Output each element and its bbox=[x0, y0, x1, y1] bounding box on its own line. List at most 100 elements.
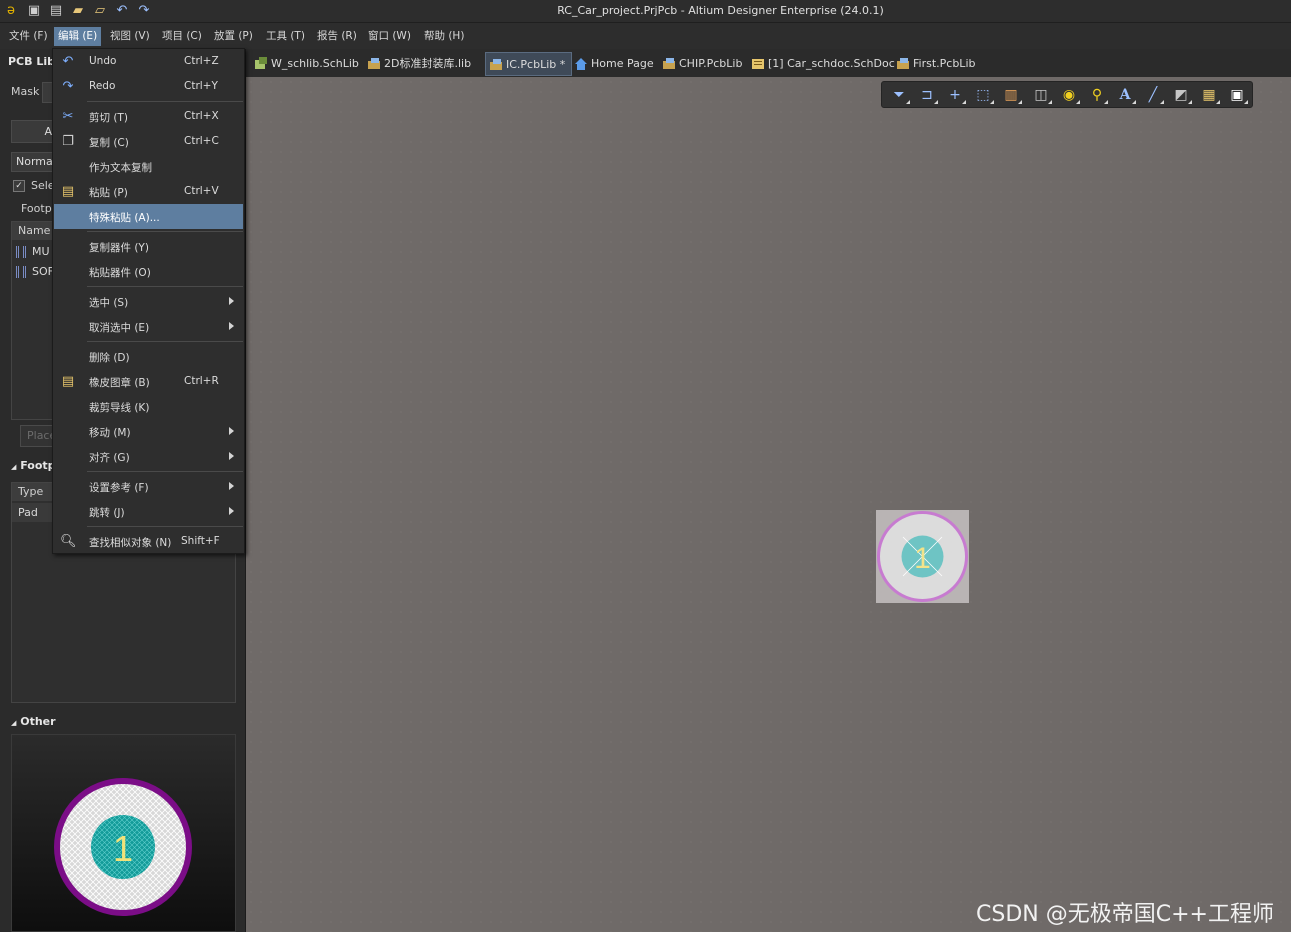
home-icon bbox=[575, 58, 587, 70]
schdoc-icon bbox=[752, 59, 764, 69]
watermark: CSDN @无极帝国C++工程师 bbox=[976, 902, 1274, 927]
menu-separator bbox=[87, 286, 243, 287]
menu-separator bbox=[87, 231, 243, 232]
filter-icon[interactable]: ⏷ bbox=[888, 85, 910, 105]
schlib-icon bbox=[255, 57, 267, 69]
component-icon[interactable]: ◫ bbox=[1030, 85, 1052, 105]
menu-item-redo[interactable]: ↷ Redo Ctrl+Y bbox=[54, 74, 243, 99]
menu-project[interactable]: 项目 (C) bbox=[158, 27, 206, 46]
submenu-arrow-icon bbox=[229, 482, 234, 490]
place-button[interactable]: Place bbox=[20, 425, 56, 447]
menu-item-delete[interactable]: 删除 (D) bbox=[54, 344, 243, 369]
menu-place[interactable]: 放置 (P) bbox=[210, 27, 257, 46]
footprints-tab[interactable]: Footp bbox=[21, 202, 52, 215]
menu-tools[interactable]: 工具 (T) bbox=[262, 27, 309, 46]
menu-separator bbox=[87, 101, 243, 102]
footprint-primitives-section[interactable]: ◢ Footp bbox=[11, 459, 56, 472]
submenu-arrow-icon bbox=[229, 297, 234, 305]
title-bar: ə ▣ ▤ ▰ ▱ ↶ ↷ RC_Car_project.PrjPcb - Al… bbox=[0, 0, 1291, 23]
menu-separator bbox=[87, 471, 243, 472]
crosshair-icon[interactable]: + bbox=[944, 85, 966, 105]
submenu-arrow-icon bbox=[229, 322, 234, 330]
tab-ic-pcblib[interactable]: IC.PcbLib * bbox=[485, 52, 573, 76]
pcblib-icon bbox=[368, 58, 380, 69]
menu-item-deselect[interactable]: 取消选中 (E) bbox=[54, 314, 243, 339]
line-icon[interactable]: ╱ bbox=[1142, 85, 1164, 105]
submenu-arrow-icon bbox=[229, 507, 234, 515]
tab-2d-lib[interactable]: 2D标准封装库.lib bbox=[364, 52, 477, 76]
pcblib-icon bbox=[663, 58, 675, 69]
menu-item-paste-component[interactable]: 粘贴器件 (O) bbox=[54, 259, 243, 284]
tab-w-schlib[interactable]: W_schlib.SchLib bbox=[251, 52, 365, 76]
menu-item-select[interactable]: 选中 (S) bbox=[54, 289, 243, 314]
preview-pad: 1 bbox=[54, 778, 192, 916]
region-icon[interactable]: ▦ bbox=[1198, 85, 1220, 105]
find-similar-icon: 🔍︎ bbox=[60, 534, 77, 549]
mode-select[interactable]: Norma bbox=[11, 152, 56, 172]
menu-item-move[interactable]: 移动 (M) bbox=[54, 419, 243, 444]
apply-button[interactable]: A bbox=[11, 120, 56, 143]
undo-icon: ↶ bbox=[62, 54, 74, 69]
footprint-icon bbox=[16, 266, 26, 278]
pad-number: 1 bbox=[914, 542, 931, 575]
menu-file[interactable]: 文件 (F) bbox=[5, 27, 52, 46]
pad-graphic: 1 bbox=[877, 511, 968, 602]
menu-window[interactable]: 窗口 (W) bbox=[364, 27, 415, 46]
menu-item-find-similar[interactable]: 🔍︎ 查找相似对象 (N) Shift+F bbox=[54, 529, 243, 554]
text-icon[interactable]: A bbox=[1114, 85, 1136, 105]
pad-icon[interactable]: ◉ bbox=[1058, 85, 1080, 105]
mask-label: Mask bbox=[11, 85, 40, 98]
cut-icon: ✂ bbox=[62, 109, 74, 124]
menu-item-paste-special[interactable]: 特殊粘贴 (A)... bbox=[54, 204, 243, 229]
copy-icon: ❐ bbox=[62, 134, 74, 149]
submenu-arrow-icon bbox=[229, 452, 234, 460]
menu-item-paste[interactable]: ▤ 粘贴 (P) Ctrl+V bbox=[54, 179, 243, 204]
preview-pad-number: 1 bbox=[113, 828, 133, 869]
pcb-canvas[interactable] bbox=[246, 77, 1291, 932]
document-tabs: W_schlib.SchLib 2D标准封装库.lib IC.PcbLib * … bbox=[246, 49, 1291, 77]
tab-home-page[interactable]: Home Page bbox=[571, 52, 660, 76]
tab-chip-pcblib[interactable]: CHIP.PcbLib bbox=[659, 52, 748, 76]
menu-item-copy-as-text[interactable]: 作为文本复制 bbox=[54, 154, 243, 179]
paste-icon: ▤ bbox=[61, 184, 75, 199]
window-title: RC_Car_project.PrjPcb - Altium Designer … bbox=[557, 4, 884, 17]
menu-separator bbox=[87, 341, 243, 342]
menu-item-slice-tracks[interactable]: 裁剪导线 (K) bbox=[54, 394, 243, 419]
dimension-icon[interactable]: ◩ bbox=[1170, 85, 1192, 105]
pcblib-icon bbox=[897, 58, 909, 69]
submenu-arrow-icon bbox=[229, 427, 234, 435]
tab-first-pcblib[interactable]: First.PcbLib bbox=[893, 52, 981, 76]
footprint-icon bbox=[16, 246, 26, 258]
route-icon[interactable]: ⊐ bbox=[916, 85, 938, 105]
menu-edit[interactable]: 编辑 (E) bbox=[54, 27, 102, 46]
active-bar-toolbar: ⏷ ⊐ + ⬚ ▥ ◫ ◉ ⚲ A ╱ ◩ ▦ ▣ bbox=[881, 81, 1253, 108]
list-item[interactable]: SOF bbox=[12, 262, 54, 281]
edit-menu-dropdown: ↶ Undo Ctrl+Z ↷ Redo Ctrl+Y ✂ 剪切 (T) Ctr… bbox=[52, 48, 245, 554]
view-icon[interactable]: ▣ bbox=[1226, 85, 1248, 105]
menu-item-copy[interactable]: ❐ 复制 (C) Ctrl+C bbox=[54, 129, 243, 154]
other-section[interactable]: ◢ Other bbox=[11, 715, 56, 728]
menu-item-undo[interactable]: ↶ Undo Ctrl+Z bbox=[54, 49, 243, 74]
menu-item-rubber-stamp[interactable]: ▤ 橡皮图章 (B) Ctrl+R bbox=[54, 369, 243, 394]
menu-bar: 文件 (F) 编辑 (E) 视图 (V) 项目 (C) 放置 (P) 工具 (T… bbox=[0, 23, 1291, 49]
menu-reports[interactable]: 报告 (R) bbox=[313, 27, 361, 46]
rubber-stamp-icon: ▤ bbox=[61, 374, 75, 389]
align-icon[interactable]: ▥ bbox=[1000, 85, 1022, 105]
redo-icon: ↷ bbox=[62, 79, 74, 94]
list-item[interactable]: MU bbox=[12, 242, 50, 261]
menu-view[interactable]: 视图 (V) bbox=[106, 27, 154, 46]
pad-component[interactable]: 1 bbox=[876, 510, 969, 603]
menu-help[interactable]: 帮助 (H) bbox=[420, 27, 468, 46]
footprint-preview: 1 bbox=[11, 734, 236, 932]
menu-item-cut[interactable]: ✂ 剪切 (T) Ctrl+X bbox=[54, 104, 243, 129]
pcblib-icon bbox=[490, 59, 502, 70]
menu-item-set-reference[interactable]: 设置参考 (F) bbox=[54, 474, 243, 499]
menu-item-align[interactable]: 对齐 (G) bbox=[54, 444, 243, 469]
menu-item-jump[interactable]: 跳转 (J) bbox=[54, 499, 243, 524]
select-rect-icon[interactable]: ⬚ bbox=[972, 85, 994, 105]
select-checkbox[interactable]: ✓ bbox=[13, 180, 25, 192]
menu-separator bbox=[87, 526, 243, 527]
via-icon[interactable]: ⚲ bbox=[1086, 85, 1108, 105]
tab-car-schdoc[interactable]: [1] Car_schdoc.SchDoc bbox=[748, 52, 901, 76]
menu-item-duplicate-component[interactable]: 复制器件 (Y) bbox=[54, 234, 243, 259]
